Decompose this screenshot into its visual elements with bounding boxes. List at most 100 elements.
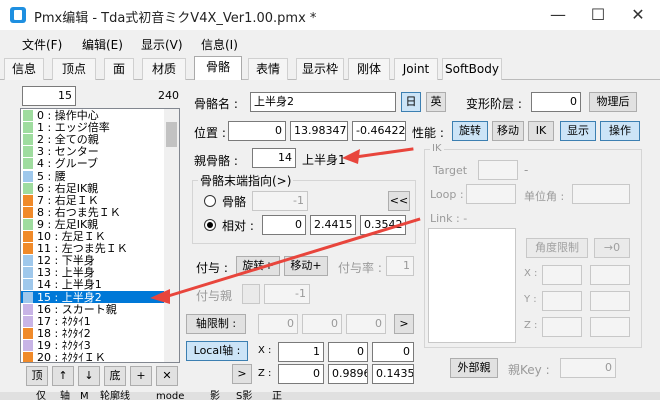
bone-list-item[interactable]: 1 : エッジ倍率 <box>21 121 166 134</box>
bone-list-item[interactable]: 10 : 左足ＩＫ <box>21 230 166 243</box>
ik-target-input[interactable] <box>478 160 518 180</box>
tab-face[interactable]: 面 <box>104 58 134 80</box>
parent-bone-input[interactable]: 14 <box>252 148 296 168</box>
local-x3-input[interactable]: 0 <box>372 342 414 362</box>
bone-list-item[interactable]: 11 : 左つま先ＩＫ <box>21 242 166 255</box>
after-physics-button[interactable]: 物理后 <box>589 92 637 112</box>
axis-next-button[interactable]: > <box>394 314 414 334</box>
local-x1-input[interactable]: 1 <box>278 342 324 362</box>
menu-info[interactable]: 信息(I) <box>201 36 238 53</box>
angle-limit-button[interactable]: 角度限制 <box>526 238 588 258</box>
bone-list-item[interactable]: 7 : 右足ＩＫ <box>21 194 166 207</box>
add-bone-button[interactable]: + <box>130 366 152 386</box>
local-axis-button[interactable]: Local轴 : <box>186 341 248 361</box>
ik-flag-button[interactable]: IK <box>528 121 554 141</box>
local-x2-input[interactable]: 0 <box>328 342 368 362</box>
axis-limit-button[interactable]: 轴限制 : <box>186 314 246 334</box>
tail-bone-radio[interactable] <box>204 195 216 207</box>
move-bottom-button[interactable]: 底 <box>104 366 126 386</box>
layer-input[interactable]: 0 <box>531 92 581 112</box>
bone-list-item[interactable]: 17 : ﾈｸﾀｲ1 <box>21 315 166 328</box>
local-z3-input[interactable]: 0.1435 <box>372 364 414 384</box>
menu-view[interactable]: 显示(V) <box>141 36 183 53</box>
tab-material[interactable]: 材质 <box>142 58 186 80</box>
external-parent-button[interactable]: 外部親 <box>450 358 498 378</box>
bone-name-input[interactable]: 上半身2 <box>250 92 396 112</box>
ik-z-min-input[interactable] <box>542 317 582 337</box>
parent-key-input[interactable]: 0 <box>560 358 616 378</box>
bone-list-item[interactable]: 6 : 右足IK親 <box>21 182 166 195</box>
pos-z-input[interactable]: -0.46422 <box>352 121 406 141</box>
display-flag-button[interactable]: 显示 <box>560 121 596 141</box>
pos-x-input[interactable]: 0 <box>228 121 286 141</box>
bone-list-item[interactable]: 4 : グルーブ <box>21 157 166 170</box>
bone-list-item[interactable]: 2 : 全ての親 <box>21 133 166 146</box>
tab-bone[interactable]: 骨骼 <box>194 56 242 81</box>
axis-x-input[interactable]: 0 <box>258 314 298 334</box>
move-top-button[interactable]: 顶 <box>26 366 48 386</box>
lang-en-button[interactable]: 英 <box>426 92 446 112</box>
status-outline[interactable]: 轮廓线 <box>100 392 130 400</box>
menu-edit[interactable]: 编辑(E) <box>82 36 123 53</box>
bone-list-item[interactable]: 14 : 上半身1 <box>21 278 166 291</box>
tail-pick-button[interactable]: << <box>388 191 410 211</box>
pos-y-input[interactable]: 13.98347 <box>290 121 348 141</box>
local-z1-input[interactable]: 0 <box>278 364 324 384</box>
local-z2-input[interactable]: 0.9896 <box>328 364 368 384</box>
move-flag-button[interactable]: 移动 <box>492 121 524 141</box>
ik-y-max-input[interactable] <box>590 291 630 311</box>
bone-index-input[interactable]: 15 <box>22 86 76 106</box>
ik-unit-input[interactable] <box>572 184 630 204</box>
operate-flag-button[interactable]: 操作 <box>600 121 640 141</box>
ik-y-min-input[interactable] <box>542 291 582 311</box>
status-mode[interactable]: mode <box>156 392 184 400</box>
bone-list-item[interactable]: 16 : スカート親 <box>21 303 166 316</box>
tab-joint[interactable]: Joint <box>394 58 438 80</box>
lang-jp-button[interactable]: 日 <box>401 92 421 112</box>
tail-y-input[interactable]: 2.4415 <box>310 215 356 235</box>
close-button[interactable]: ✕ <box>618 4 658 26</box>
status-only[interactable]: 仅 <box>36 392 46 400</box>
tab-vertex[interactable]: 顶点 <box>52 58 96 80</box>
ik-z-max-input[interactable] <box>590 317 630 337</box>
status-axis[interactable]: 轴 <box>60 392 70 400</box>
bone-list-item[interactable]: 5 : 腰 <box>21 170 166 183</box>
rotate-flag-button[interactable]: 旋转 <box>452 121 488 141</box>
bone-list-item[interactable]: 18 : ﾈｸﾀｲ2 <box>21 327 166 340</box>
status-ortho[interactable]: 正 <box>272 392 282 400</box>
grant-parent-pick[interactable] <box>242 284 260 304</box>
axis-y-input[interactable]: 0 <box>302 314 342 334</box>
move-down-button[interactable]: ↓ <box>78 366 100 386</box>
ik-x-max-input[interactable] <box>590 265 630 285</box>
tab-rigidbody[interactable]: 刚体 <box>348 58 390 80</box>
bone-list-item[interactable]: 0 : 操作中心 <box>21 109 166 122</box>
tail-relative-radio[interactable] <box>204 219 216 231</box>
ik-loop-input[interactable] <box>466 184 516 204</box>
axis-z-input[interactable]: 0 <box>346 314 386 334</box>
status-shadow[interactable]: 影 <box>210 392 220 400</box>
menu-file[interactable]: 文件(F) <box>22 36 62 53</box>
ik-x-min-input[interactable] <box>542 265 582 285</box>
bone-list-item[interactable]: 15 : 上半身2 <box>21 290 166 304</box>
list-scroll-thumb[interactable] <box>166 122 177 147</box>
bone-list-item[interactable]: 8 : 右つま先ＩＫ <box>21 206 166 219</box>
tab-morph[interactable]: 表情 <box>248 58 288 80</box>
tab-info[interactable]: 信息 <box>4 58 44 80</box>
grant-parent-input[interactable]: -1 <box>264 284 310 304</box>
minimize-button[interactable]: — <box>538 4 578 26</box>
local-next-button[interactable]: > <box>232 364 252 384</box>
tab-softbody[interactable]: SoftBody <box>442 58 502 80</box>
delete-bone-button[interactable]: ✕ <box>156 366 178 386</box>
bone-list[interactable]: 0 : 操作中心 1 : エッジ倍率 2 : 全ての親 3 : センター 4 : グルー… <box>20 108 180 363</box>
move-up-button[interactable]: ↑ <box>52 366 74 386</box>
maximize-button[interactable]: ☐ <box>578 4 618 26</box>
bone-list-item[interactable]: 19 : ﾈｸﾀｲ3 <box>21 339 166 352</box>
tab-display-frame[interactable]: 显示枠 <box>296 58 344 80</box>
tail-x-input[interactable]: 0 <box>262 215 306 235</box>
grant-rate-input[interactable]: 1 <box>386 256 414 276</box>
ik-zero-button[interactable]: →0 <box>594 238 630 258</box>
ik-link-list[interactable] <box>428 228 516 343</box>
bone-list-item[interactable]: 9 : 左足IK親 <box>21 218 166 231</box>
status-self-shadow[interactable]: S影 <box>236 392 252 400</box>
tail-bone-input[interactable]: -1 <box>252 191 308 211</box>
